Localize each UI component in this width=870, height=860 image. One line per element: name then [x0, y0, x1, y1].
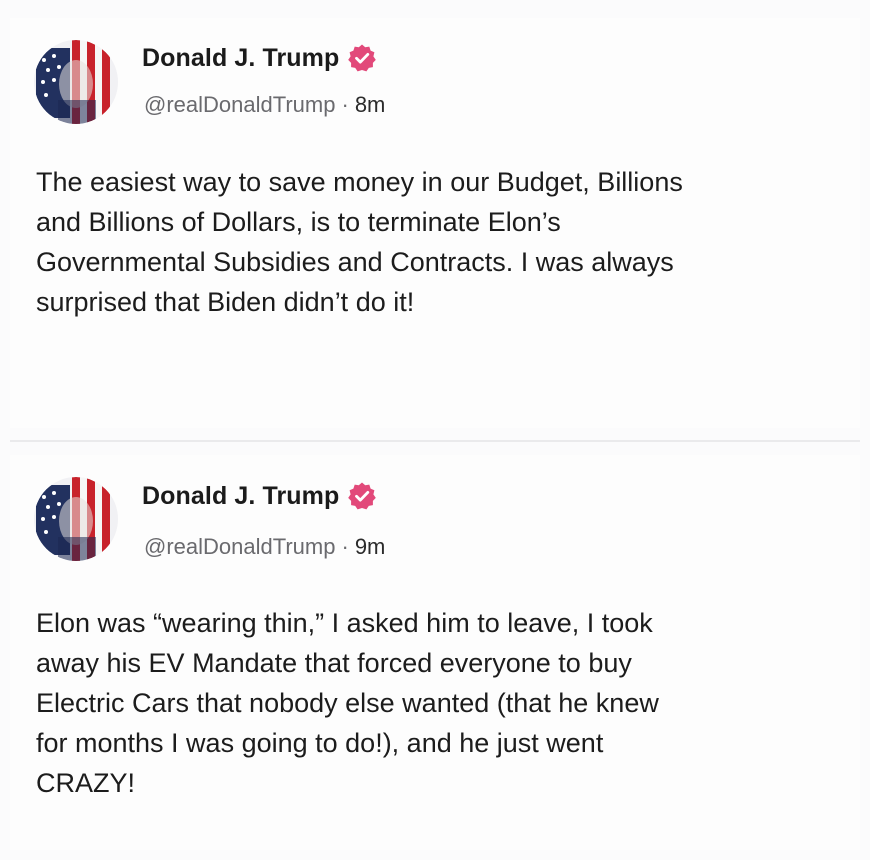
post-text-line: Elon was “wearing thin,” I asked him to … [36, 608, 653, 638]
verified-badge-icon [347, 43, 377, 73]
author-handle[interactable]: @realDonaldTrump [144, 534, 335, 559]
author-display-name[interactable]: Donald J. Trump [142, 482, 339, 511]
author-handle[interactable]: @realDonaldTrump [144, 92, 335, 117]
post-text-line: Governmental Subsidies and Contracts. I … [36, 247, 674, 277]
flag-portrait-avatar-icon [34, 40, 118, 124]
meta-separator: · [341, 534, 349, 559]
post-text-line: The easiest way to save money in our Bud… [36, 167, 683, 197]
author-display-name[interactable]: Donald J. Trump [142, 44, 339, 73]
author-meta: @realDonaldTrump · 9m [144, 534, 385, 560]
post[interactable]: Donald J. Trump @realDonaldTrump · 8m The … [10, 18, 860, 428]
post-text: Elon was “wearing thin,” I asked him to … [36, 603, 846, 803]
avatar[interactable] [34, 477, 118, 561]
post-timestamp[interactable]: 9m [355, 534, 386, 559]
post-feed: Donald J. Trump @realDonaldTrump · 8m The … [0, 0, 870, 860]
meta-separator: · [341, 92, 349, 117]
author-meta: @realDonaldTrump · 8m [144, 92, 385, 118]
post-text-line: for months I was going to do!), and he j… [36, 728, 604, 758]
post-timestamp[interactable]: 8m [355, 92, 386, 117]
post-text-line: and Billions of Dollars, is to terminate… [36, 207, 561, 237]
flag-portrait-avatar-icon [34, 477, 118, 561]
post-text-line: Electric Cars that nobody else wanted (t… [36, 688, 659, 718]
post-text: The easiest way to save money in our Bud… [36, 162, 846, 322]
avatar[interactable] [34, 40, 118, 124]
verified-badge-icon [347, 481, 377, 511]
post-text-line: surprised that Biden didn’t do it! [36, 287, 415, 317]
author-row: Donald J. Trump [142, 481, 377, 511]
author-row: Donald J. Trump [142, 43, 377, 73]
post-text-line: away his EV Mandate that forced everyone… [36, 648, 632, 678]
post-text-line: CRAZY! [36, 768, 136, 798]
post-divider [10, 440, 860, 442]
post[interactable]: Donald J. Trump @realDonaldTrump · 9m Elon… [10, 455, 860, 850]
